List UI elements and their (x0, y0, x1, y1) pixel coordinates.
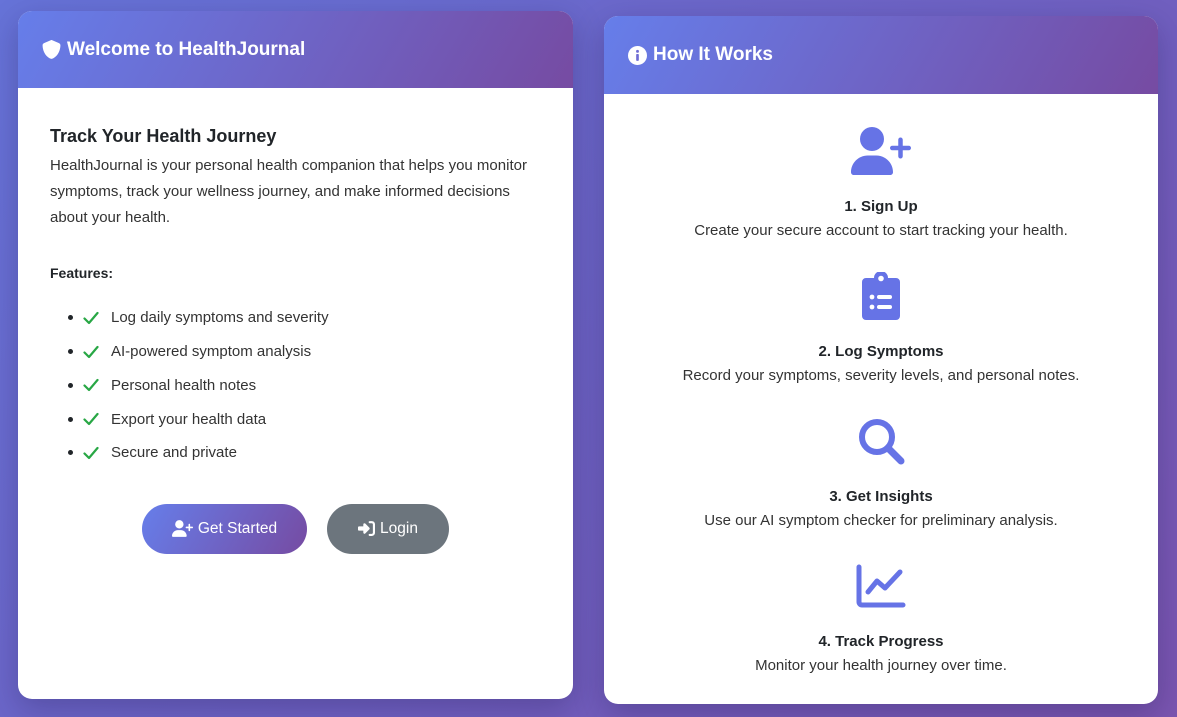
step-get-insights: 3. Get Insights Use our AI symptom check… (604, 412, 1158, 557)
feature-label: Export your health data (111, 410, 267, 428)
sign-in-icon (358, 521, 376, 537)
get-started-button[interactable]: Get Started (142, 503, 307, 554)
user-plus-icon (171, 520, 193, 538)
feature-label: Personal health notes (111, 376, 257, 394)
check-icon (83, 379, 99, 392)
feature-item: AI-powered symptom analysis (68, 335, 541, 369)
check-icon (83, 446, 99, 459)
check-icon (83, 345, 99, 358)
get-started-label: Get Started (197, 519, 278, 537)
shield-icon (42, 40, 61, 59)
how-it-works-header: How It Works (604, 16, 1158, 94)
step-title: 2. Log Symptoms (818, 343, 944, 360)
feature-label: Secure and private (111, 444, 237, 462)
feature-item: Secure and private (68, 436, 541, 470)
login-button[interactable]: Login (327, 503, 449, 554)
welcome-title: Welcome to HealthJournal (67, 38, 306, 60)
search-icon (859, 419, 905, 465)
features-list: Log daily symptoms and severity AI-power… (50, 301, 541, 470)
check-icon (83, 413, 99, 426)
how-it-works-title: How It Works (653, 44, 773, 65)
bullet (68, 450, 73, 456)
chart-line-icon (856, 564, 906, 608)
check-icon (83, 311, 99, 324)
step-track-progress: 4. Track Progress Monitor your health jo… (604, 557, 1158, 702)
step-description: Record your symptoms, severity levels, a… (682, 367, 1080, 384)
welcome-card: Welcome to HealthJournal Track Your Heal… (18, 11, 573, 699)
steps-list: 1. Sign Up Create your secure account to… (604, 94, 1158, 702)
how-it-works-card: How It Works 1. Sign Up Create your secu… (604, 16, 1158, 704)
feature-item: Export your health data (68, 402, 541, 436)
feature-label: AI-powered symptom analysis (111, 343, 312, 361)
features-label: Features: (50, 265, 114, 281)
login-label: Login (380, 519, 418, 537)
bullet (68, 416, 73, 422)
feature-item: Log daily symptoms and severity (68, 301, 541, 335)
step-title: 4. Track Progress (818, 633, 944, 650)
intro-text: HealthJournal is your personal health co… (50, 157, 527, 226)
step-title: 3. Get Insights (829, 488, 933, 505)
bullet (68, 349, 73, 355)
user-plus-icon (851, 127, 911, 175)
step-description: Monitor your health journey over time. (755, 657, 1007, 674)
info-circle-icon (628, 45, 647, 65)
step-description: Use our AI symptom checker for prelimina… (704, 512, 1058, 529)
clipboard-list-icon (862, 272, 900, 320)
step-sign-up: 1. Sign Up Create your secure account to… (604, 122, 1158, 267)
action-buttons: Get Started Login (50, 503, 541, 554)
feature-item: Personal health notes (68, 369, 541, 403)
step-log-symptoms: 2. Log Symptoms Record your symptoms, se… (604, 267, 1158, 412)
bullet (68, 382, 73, 388)
step-description: Create your secure account to start trac… (694, 222, 1068, 239)
bullet (68, 315, 73, 321)
welcome-card-header: Welcome to HealthJournal (18, 11, 573, 88)
step-title: 1. Sign Up (844, 198, 918, 215)
section-title: Track Your Health Journey (50, 126, 277, 146)
feature-label: Log daily symptoms and severity (111, 309, 329, 327)
